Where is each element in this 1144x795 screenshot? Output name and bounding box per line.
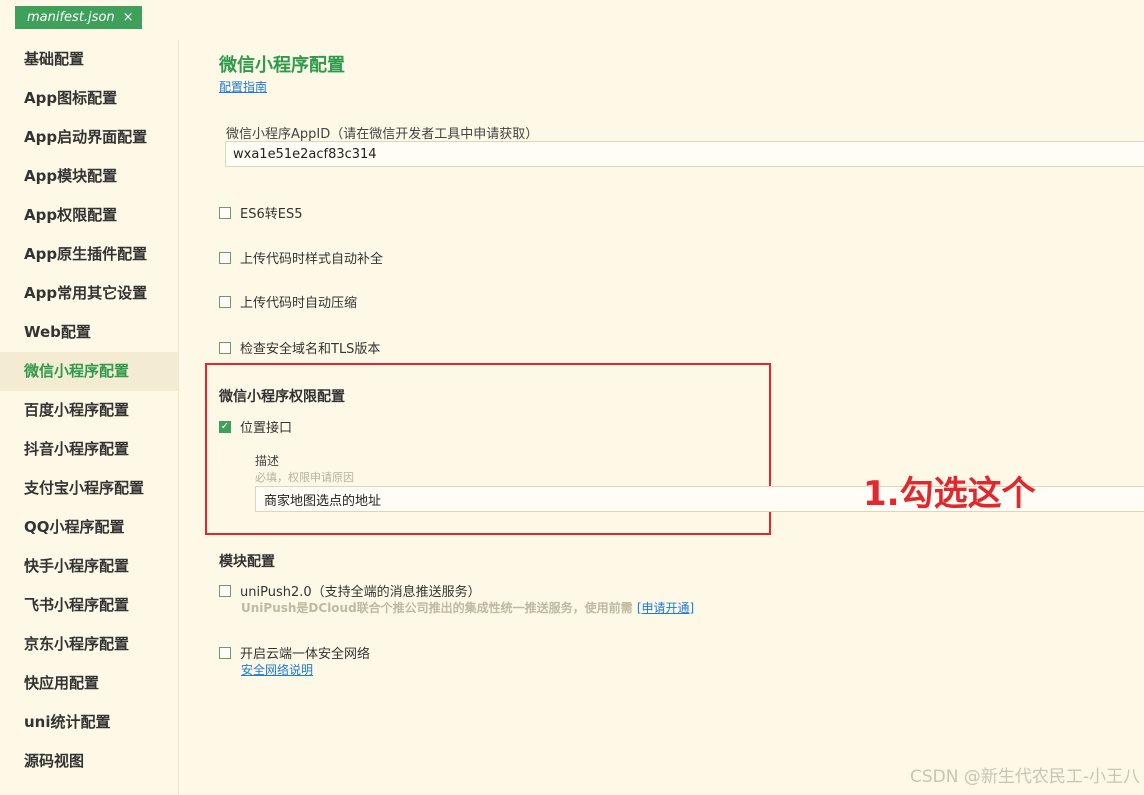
- watermark: CSDN @新生代农民工-小王八: [909, 767, 1140, 787]
- checkbox[interactable]: [219, 341, 231, 354]
- sidebar-item-app-permissions[interactable]: App权限配置: [0, 196, 178, 235]
- checkbox[interactable]: [219, 206, 231, 219]
- checkbox[interactable]: [219, 251, 231, 264]
- sidebar-item-basic[interactable]: 基础配置: [0, 40, 178, 79]
- sidebar-item-app-splash[interactable]: App启动界面配置: [0, 118, 178, 157]
- close-icon[interactable]: ×: [123, 10, 134, 25]
- permission-location[interactable]: ✓ 位置接口: [219, 417, 292, 436]
- sidebar-item-jd-mp[interactable]: 京东小程序配置: [0, 625, 178, 664]
- check-icon[interactable]: ✓: [219, 420, 231, 433]
- checkbox[interactable]: [219, 584, 231, 597]
- modules-section-title: 模块配置: [219, 554, 275, 570]
- tab-label: manifest.json: [27, 10, 115, 25]
- sidebar-item-source-view[interactable]: 源码视图: [0, 742, 178, 781]
- page-title: 微信小程序配置: [219, 55, 345, 76]
- unipush-description: UniPush是DCloud联合个推公司推出的集成性统一推送服务，使用前需 [申…: [241, 599, 694, 616]
- module-unipush[interactable]: uniPush2.0（支持全端的消息推送服务）: [219, 581, 481, 600]
- sidebar-item-app-modules[interactable]: App模块配置: [0, 157, 178, 196]
- option-label: 上传代码时自动压缩: [240, 296, 358, 311]
- permission-desc-hint: 必填，权限申请原因: [255, 471, 354, 484]
- option-minify[interactable]: 上传代码时自动压缩: [219, 292, 357, 311]
- config-guide-link[interactable]: 配置指南: [219, 78, 267, 95]
- sidebar-item-app-icon[interactable]: App图标配置: [0, 79, 178, 118]
- sidebar: 基础配置 App图标配置 App启动界面配置 App模块配置 App权限配置 A…: [0, 40, 179, 795]
- sidebar-item-uni-stat[interactable]: uni统计配置: [0, 703, 178, 742]
- sidebar-item-app-other-settings[interactable]: App常用其它设置: [0, 274, 178, 313]
- sidebar-item-feishu-mp[interactable]: 飞书小程序配置: [0, 586, 178, 625]
- option-label: 上传代码时样式自动补全: [240, 252, 384, 267]
- appid-input[interactable]: [225, 141, 1144, 167]
- option-label: 检查安全域名和TLS版本: [240, 342, 381, 357]
- sidebar-item-douyin-mp[interactable]: 抖音小程序配置: [0, 430, 178, 469]
- unipush-apply-link[interactable]: [申请开通]: [637, 601, 694, 615]
- secure-network-label: 开启云端一体安全网络: [240, 647, 371, 662]
- sidebar-item-web[interactable]: Web配置: [0, 313, 178, 352]
- secure-network-help-link[interactable]: 安全网络说明: [241, 661, 313, 678]
- permission-section-title: 微信小程序权限配置: [219, 389, 345, 405]
- sidebar-item-app-native-plugins[interactable]: App原生插件配置: [0, 235, 178, 274]
- sidebar-item-weixin-mp[interactable]: 微信小程序配置: [0, 352, 178, 391]
- main-panel: 微信小程序配置 配置指南 微信小程序AppID（请在微信开发者工具中申请获取） …: [205, 0, 1144, 795]
- permission-desc-label: 描述: [255, 454, 280, 468]
- unipush-desc-text: UniPush是DCloud联合个推公司推出的集成性统一推送服务，使用前需: [241, 601, 633, 615]
- unipush-label: uniPush2.0（支持全端的消息推送服务）: [240, 585, 481, 600]
- permission-location-label: 位置接口: [240, 421, 293, 436]
- checkbox[interactable]: [219, 295, 231, 308]
- annotation-text: 1.勾选这个: [863, 474, 1036, 514]
- option-label: ES6转ES5: [240, 207, 303, 222]
- sidebar-item-quickapp[interactable]: 快应用配置: [0, 664, 178, 703]
- checkbox[interactable]: [219, 646, 231, 659]
- option-es6-to-es5[interactable]: ES6转ES5: [219, 203, 302, 222]
- option-postcss-autoprefix[interactable]: 上传代码时样式自动补全: [219, 248, 383, 267]
- sidebar-item-alipay-mp[interactable]: 支付宝小程序配置: [0, 469, 178, 508]
- tab-manifest-json[interactable]: manifest.json ×: [15, 6, 142, 29]
- sidebar-item-qq-mp[interactable]: QQ小程序配置: [0, 508, 178, 547]
- sidebar-item-baidu-mp[interactable]: 百度小程序配置: [0, 391, 178, 430]
- appid-label: 微信小程序AppID（请在微信开发者工具中申请获取）: [226, 127, 539, 142]
- module-secure-network[interactable]: 开启云端一体安全网络: [219, 643, 370, 662]
- option-url-check[interactable]: 检查安全域名和TLS版本: [219, 338, 380, 357]
- sidebar-item-kuaishou-mp[interactable]: 快手小程序配置: [0, 547, 178, 586]
